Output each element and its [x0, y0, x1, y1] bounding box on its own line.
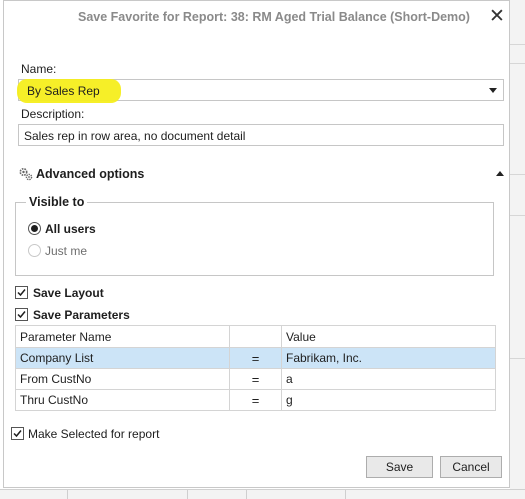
checkmark-icon: [17, 311, 26, 319]
dialog-title: Save Favorite for Report: 38: RM Aged Tr…: [78, 10, 470, 24]
table-row[interactable]: Thru CustNo = g: [15, 389, 496, 411]
parameter-value-cell[interactable]: g: [281, 389, 496, 411]
table-row[interactable]: Company List = Fabrikam, Inc.: [15, 347, 496, 369]
advanced-options-header[interactable]: Advanced options: [18, 166, 508, 184]
just-me-radio[interactable]: [28, 244, 41, 257]
save-parameters-label[interactable]: Save Parameters: [33, 308, 130, 322]
parameter-name-cell[interactable]: Thru CustNo: [15, 389, 230, 411]
parameter-name-cell[interactable]: From CustNo: [15, 368, 230, 390]
close-icon: ✕: [489, 6, 505, 27]
parameter-name-cell[interactable]: Company List: [15, 347, 230, 369]
all-users-label[interactable]: All users: [45, 222, 96, 236]
save-parameters-checkbox[interactable]: [15, 308, 28, 321]
description-field[interactable]: Sales rep in row area, no document detai…: [18, 124, 504, 146]
name-label: Name:: [21, 62, 57, 76]
visible-to-group: [15, 202, 494, 276]
save-layout-label[interactable]: Save Layout: [33, 286, 104, 300]
just-me-label[interactable]: Just me: [45, 244, 87, 258]
operator-cell[interactable]: =: [229, 368, 282, 390]
table-header-row: Parameter Name Value: [15, 325, 496, 348]
parameter-value-cell[interactable]: Fabrikam, Inc.: [281, 347, 496, 369]
close-button[interactable]: ✕: [487, 7, 507, 27]
operator-cell[interactable]: =: [229, 389, 282, 411]
name-value: By Sales Rep: [27, 84, 100, 98]
parameter-value-cell[interactable]: a: [281, 368, 496, 390]
cancel-button[interactable]: Cancel: [440, 456, 502, 478]
column-header-value[interactable]: Value: [281, 325, 496, 348]
dialog-titlebar[interactable]: Save Favorite for Report: 38: RM Aged Tr…: [4, 1, 509, 35]
save-button[interactable]: Save: [366, 456, 433, 478]
save-favorite-dialog: Save Favorite for Report: 38: RM Aged Tr…: [3, 0, 510, 488]
table-row[interactable]: From CustNo = a: [15, 368, 496, 390]
collapse-arrow-icon[interactable]: [496, 171, 504, 176]
description-label: Description:: [21, 107, 85, 121]
save-layout-checkbox[interactable]: [15, 286, 28, 299]
background-window-edge: [510, 0, 525, 498]
description-value: Sales rep in row area, no document detai…: [24, 129, 246, 143]
make-selected-checkbox[interactable]: [11, 427, 24, 440]
checkmark-icon: [13, 430, 22, 438]
operator-cell[interactable]: =: [229, 347, 282, 369]
checkmark-icon: [17, 289, 26, 297]
make-selected-label[interactable]: Make Selected for report: [28, 427, 159, 441]
dropdown-arrow-icon[interactable]: [489, 88, 497, 93]
advanced-options-label: Advanced options: [36, 167, 145, 181]
gears-icon: [19, 167, 33, 181]
name-combobox[interactable]: By Sales Rep: [17, 79, 504, 103]
column-header-operator[interactable]: [229, 325, 282, 348]
parameters-table: Parameter Name Value Company List = Fabr…: [15, 325, 496, 411]
column-header-parameter-name[interactable]: Parameter Name: [15, 325, 230, 348]
all-users-radio[interactable]: [28, 222, 41, 235]
visible-to-title: Visible to: [26, 195, 88, 209]
